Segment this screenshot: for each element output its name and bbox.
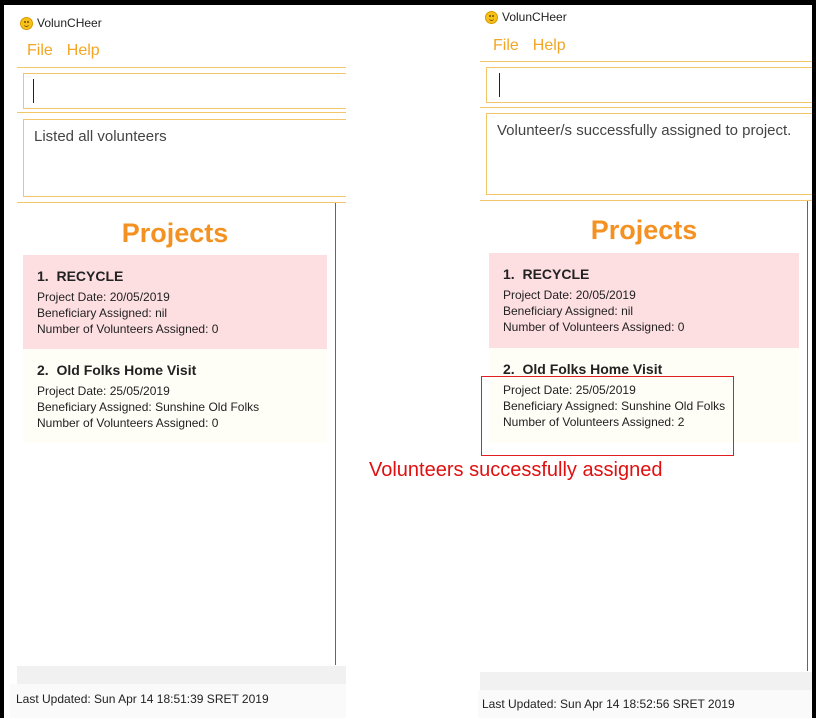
screenshot-border-right — [812, 0, 816, 718]
project-volunteers: Number of Volunteers Assigned: 0 — [37, 322, 219, 336]
project-volunteers: Number of Volunteers Assigned: 0 — [37, 416, 219, 430]
screenshot-border-left — [0, 0, 4, 718]
project-name: 1. RECYCLE — [37, 268, 124, 284]
project-card[interactable]: 1. RECYCLE Project Date: 20/05/2019 Bene… — [23, 255, 327, 349]
projects-title: Projects — [121, 218, 229, 248]
divider — [480, 107, 812, 108]
command-input[interactable] — [23, 73, 346, 109]
project-card[interactable]: 2. Old Folks Home Visit Project Date: 25… — [23, 349, 327, 443]
highlight-box — [481, 376, 734, 456]
left-titlebar: VolunCHeer — [20, 16, 102, 30]
divider — [17, 112, 346, 113]
result-text: Listed all volunteers — [34, 128, 167, 145]
divider — [480, 61, 812, 62]
command-input[interactable] — [486, 67, 812, 103]
last-updated: Last Updated: Sun Apr 14 18:52:56 SRET 2… — [482, 697, 735, 711]
panel-divider — [807, 201, 808, 671]
menu-file[interactable]: File — [493, 37, 519, 55]
project-date: Project Date: 20/05/2019 — [37, 290, 170, 304]
app-title: VolunCHeer — [37, 16, 102, 30]
divider — [17, 67, 346, 68]
text-caret — [499, 73, 500, 97]
divider — [17, 202, 346, 203]
app-title: VolunCHeer — [502, 10, 567, 24]
divider — [480, 200, 812, 201]
project-name: 2. Old Folks Home Visit — [37, 362, 197, 378]
right-app-window: VolunCHeer File Help Volunteer/s success… — [478, 5, 812, 718]
left-app-window: VolunCHeer File Help Listed all voluntee… — [10, 6, 346, 718]
menu-help[interactable]: Help — [533, 37, 566, 55]
project-beneficiary: Beneficiary Assigned: nil — [503, 304, 634, 318]
project-beneficiary: Beneficiary Assigned: nil — [37, 306, 168, 320]
projects-title: Projects — [590, 215, 698, 245]
text-caret — [33, 79, 34, 103]
project-card[interactable]: 1. RECYCLE Project Date: 20/05/2019 Bene… — [489, 253, 799, 348]
project-beneficiary: Beneficiary Assigned: Sunshine Old Folks — [37, 400, 260, 414]
result-display: Listed all volunteers — [23, 119, 346, 197]
left-menubar: File Help — [27, 42, 100, 60]
menu-file[interactable]: File — [27, 42, 53, 60]
smiley-icon — [485, 10, 498, 24]
status-bar-upper — [17, 666, 346, 684]
project-date: Project Date: 25/05/2019 — [37, 384, 170, 398]
panel-divider — [335, 203, 336, 665]
project-name: 1. RECYCLE — [503, 266, 590, 282]
status-bar-upper — [480, 672, 812, 690]
smiley-icon — [20, 16, 33, 30]
annotation-label: Volunteers successfully assigned — [369, 459, 663, 481]
right-menubar: File Help — [493, 37, 566, 55]
result-display: Volunteer/s successfully assigned to pro… — [486, 113, 812, 195]
project-date: Project Date: 20/05/2019 — [503, 288, 636, 302]
menu-help[interactable]: Help — [67, 42, 100, 60]
right-titlebar: VolunCHeer — [485, 10, 567, 24]
last-updated: Last Updated: Sun Apr 14 18:51:39 SRET 2… — [16, 692, 269, 706]
result-text: Volunteer/s successfully assigned to pro… — [497, 122, 792, 139]
project-volunteers: Number of Volunteers Assigned: 0 — [503, 320, 685, 334]
